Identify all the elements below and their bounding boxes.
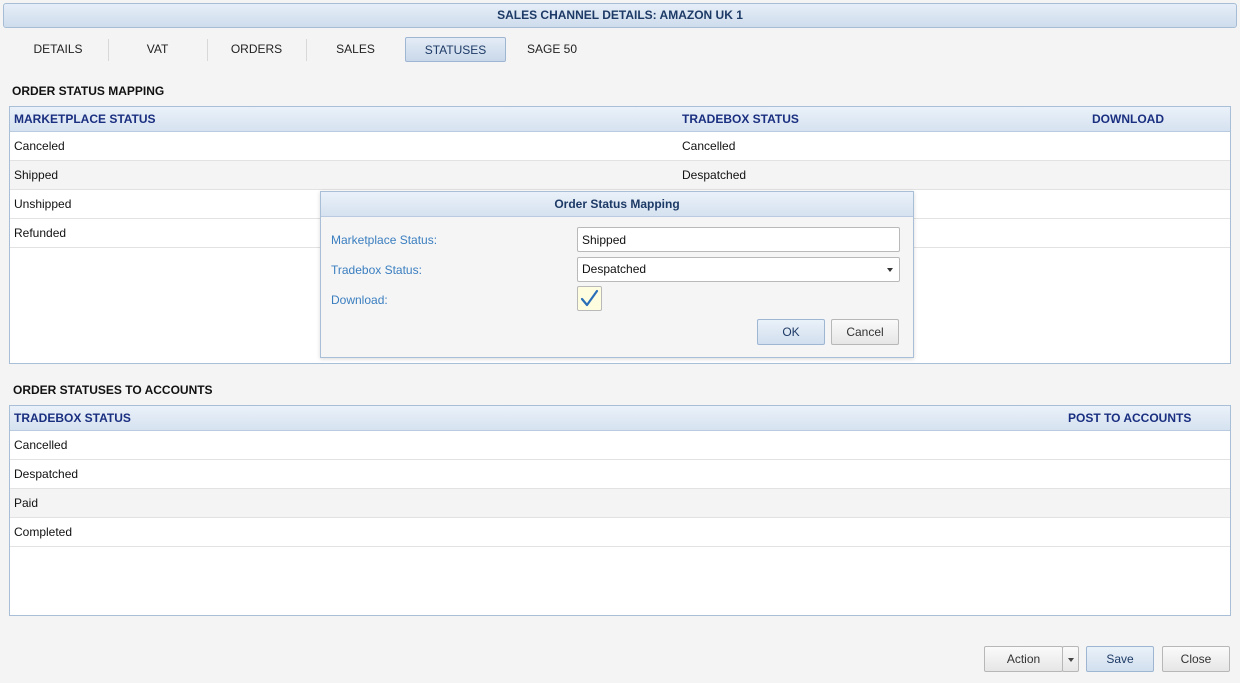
cell-tradebox-status: Despatched [682,168,747,182]
cancel-button[interactable]: Cancel [831,319,899,345]
cell-tradebox-status: Completed [14,525,73,539]
tab-statuses[interactable]: STATUSES [405,37,506,62]
cell-tradebox-status: Despatched [14,467,79,481]
grid-header: TRADEBOX STATUS POST TO ACCOUNTS [10,406,1230,431]
checkmark-icon [580,289,599,307]
action-dropdown-button[interactable] [1062,646,1079,672]
cell-tradebox-status: Cancelled [14,438,68,452]
cell-marketplace-status: Refunded [14,226,67,240]
table-row[interactable]: Cancelled [10,431,1230,460]
tradebox-status-label: Tradebox Status: [331,263,422,277]
column-marketplace-status[interactable]: MARKETPLACE STATUS [14,107,156,132]
close-button[interactable]: Close [1162,646,1230,672]
table-row[interactable]: Paid [10,489,1230,518]
dialog-title: Order Status Mapping [321,192,913,217]
tab-vat[interactable]: VAT [108,37,207,62]
order-status-mapping-dialog: Order Status Mapping Marketplace Status:… [320,191,914,358]
chevron-down-icon [887,268,893,272]
cell-marketplace-status: Shipped [14,168,59,182]
table-row[interactable]: Shipped Despatched [10,161,1230,190]
tradebox-status-value: Despatched [582,262,647,276]
tab-sage-50[interactable]: SAGE 50 [508,37,596,62]
accounts-title: ORDER STATUSES TO ACCOUNTS [13,383,213,397]
column-post-to-accounts[interactable]: POST TO ACCOUNTS [1068,406,1191,431]
table-row[interactable]: Canceled Cancelled [10,132,1230,161]
tab-details[interactable]: DETAILS [8,37,108,62]
save-button[interactable]: Save [1086,646,1154,672]
tab-orders[interactable]: ORDERS [207,37,306,62]
download-checkbox[interactable] [577,286,602,311]
accounts-grid: TRADEBOX STATUS POST TO ACCOUNTS Cancell… [9,405,1231,616]
marketplace-status-input[interactable] [577,227,900,252]
table-row[interactable]: Completed [10,518,1230,547]
action-button[interactable]: Action [984,646,1063,672]
table-row[interactable]: Despatched [10,460,1230,489]
grid-header: MARKETPLACE STATUS TRADEBOX STATUS DOWNL… [10,107,1230,132]
chevron-down-icon [1068,658,1074,662]
cell-marketplace-status: Canceled [14,139,65,153]
column-tradebox-status[interactable]: TRADEBOX STATUS [682,107,799,132]
tradebox-status-select[interactable]: Despatched [577,257,900,282]
cell-tradebox-status: Paid [14,496,39,510]
status-mapping-title: ORDER STATUS MAPPING [12,84,165,98]
column-tradebox-status[interactable]: TRADEBOX STATUS [14,406,131,431]
cell-marketplace-status: Unshipped [14,197,72,211]
cell-tradebox-status: Cancelled [682,139,736,153]
column-download[interactable]: DOWNLOAD [1092,107,1164,132]
window-title: SALES CHANNEL DETAILS: AMAZON UK 1 [3,3,1237,28]
tab-sales[interactable]: SALES [306,37,405,62]
ok-button[interactable]: OK [757,319,825,345]
marketplace-status-label: Marketplace Status: [331,233,438,247]
download-label: Download: [331,293,388,307]
